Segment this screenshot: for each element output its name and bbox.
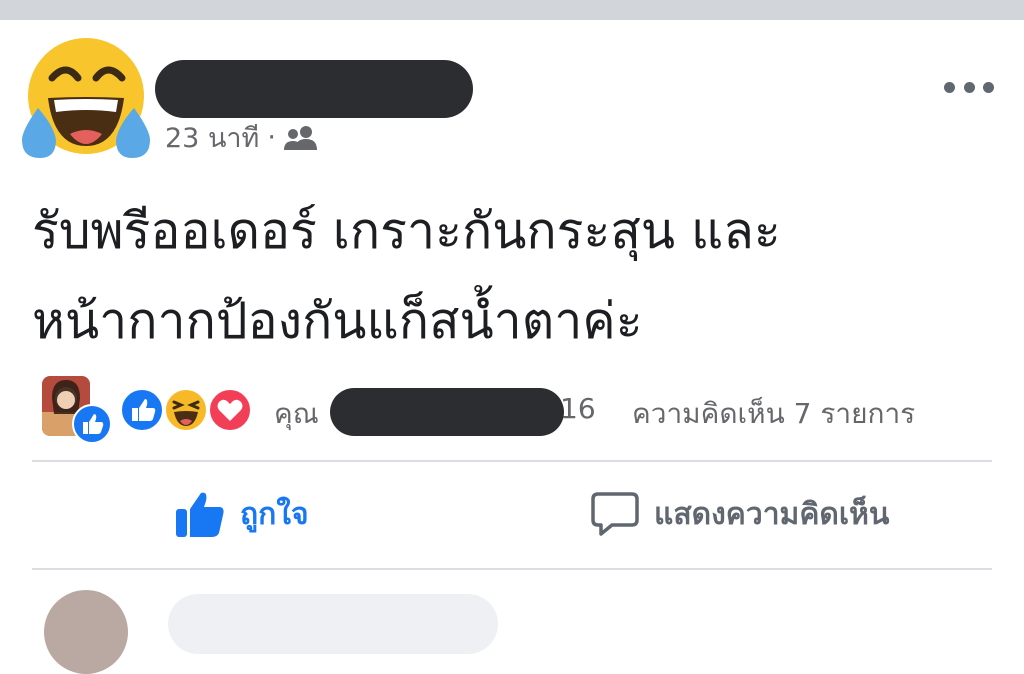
reaction-count: 16 [560, 392, 596, 425]
thumbs-up-icon [176, 492, 224, 537]
more-options-button[interactable] [944, 72, 994, 102]
love-reaction-icon [208, 388, 252, 432]
post-meta: 23 นาที · [165, 116, 318, 159]
post-text-line: รับพรีออเดอร์ เกราะกันกระสุน และ [32, 202, 781, 260]
like-label: ถูกใจ [240, 496, 309, 532]
post-text-line: หน้ากากป้องกันแก็สน้ำตาค่ะ [32, 292, 643, 350]
comment-button[interactable]: แสดงความคิดเห็น [590, 484, 889, 544]
top-bar [0, 0, 1024, 20]
comment-bubble-icon [591, 492, 639, 536]
haha-reaction-icon [164, 388, 208, 432]
like-button[interactable]: ถูกใจ [174, 484, 309, 544]
next-comment-bubble [168, 594, 498, 654]
divider [32, 568, 992, 570]
more-dot-icon [983, 81, 994, 93]
friends-icon [283, 125, 317, 150]
post-body: รับพรีออเดอร์ เกราะกันกระสุน และ หน้ากาก… [32, 186, 992, 366]
meta-separator: · [267, 122, 276, 153]
reactions-bar[interactable]: คุณ 16 ความคิดเห็น 7 รายการ [42, 376, 1002, 444]
author-name-redaction [155, 60, 473, 118]
profile-avatar[interactable] [14, 34, 154, 160]
next-post-avatar[interactable] [44, 590, 128, 674]
divider [32, 460, 992, 462]
reactors-names-redaction [330, 388, 564, 436]
like-badge-icon [72, 404, 112, 444]
more-dot-icon [963, 81, 975, 93]
comment-label: แสดงความคิดเห็น [654, 496, 890, 532]
like-reaction-icon [120, 388, 164, 432]
post-time[interactable]: 23 นาที [165, 116, 259, 159]
more-dot-icon [944, 81, 955, 93]
reactors-prefix: คุณ [274, 397, 319, 430]
laughing-emoji-icon [22, 38, 150, 158]
reaction-icons [120, 388, 260, 432]
comment-count-link[interactable]: ความคิดเห็น 7 รายการ [632, 392, 915, 436]
